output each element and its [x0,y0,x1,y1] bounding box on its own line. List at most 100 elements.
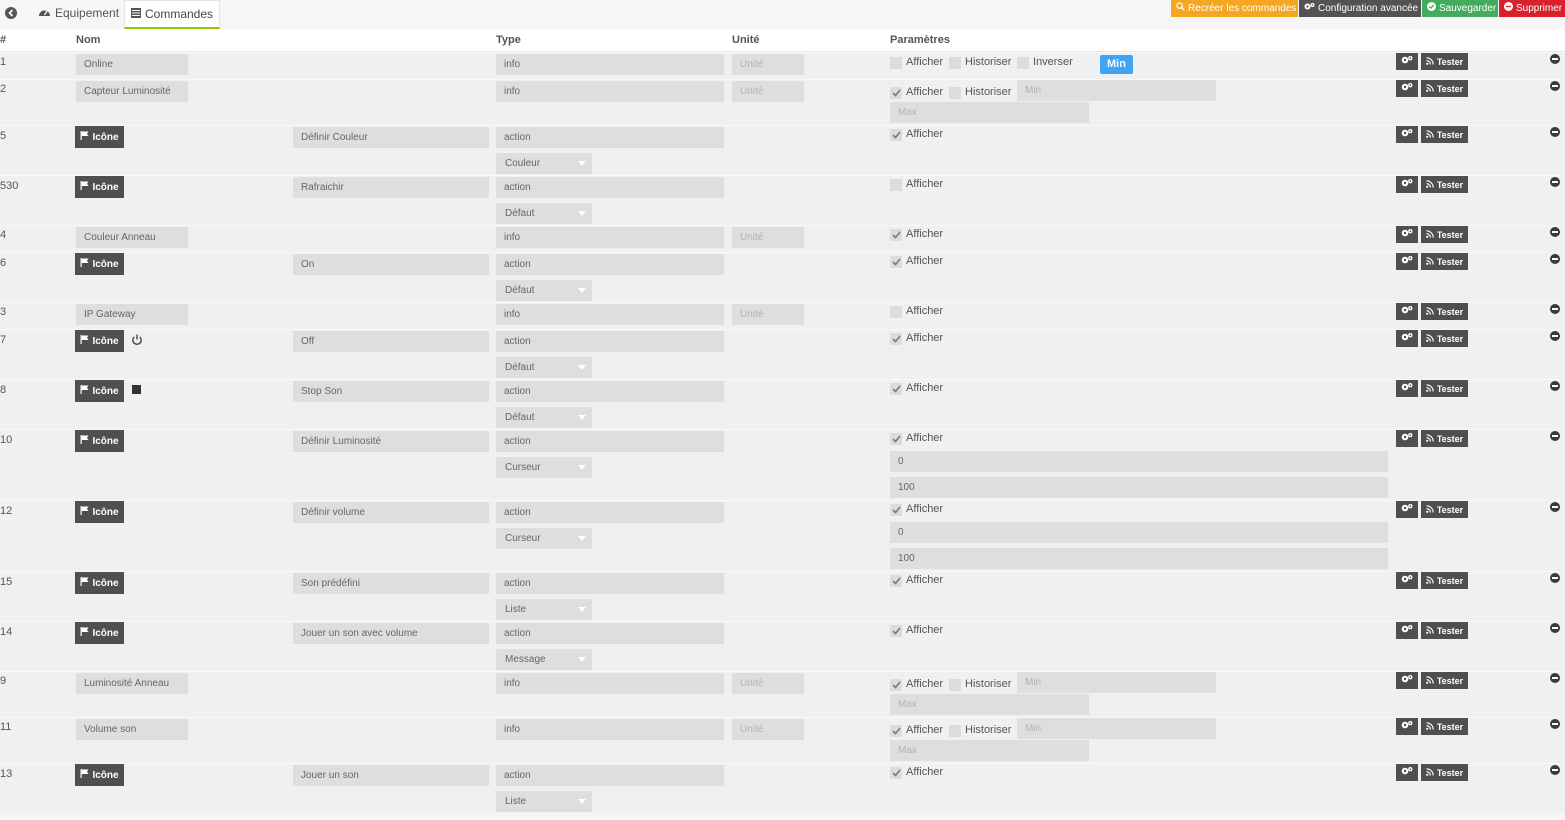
afficher-checkbox[interactable] [890,383,902,395]
command-name-input[interactable]: IP Gateway [76,304,188,325]
configure-command-button[interactable] [1396,622,1418,639]
subtype-select[interactable]: Défaut [496,280,592,301]
configure-command-button[interactable] [1396,764,1418,781]
icon-picker-button[interactable]: Icône [75,126,124,148]
afficher-checkbox[interactable] [890,229,902,241]
afficher-checkbox[interactable] [890,129,902,141]
max-input[interactable]: Max [890,694,1089,715]
command-name-input[interactable]: Online [76,54,188,75]
configure-command-button[interactable] [1396,572,1418,589]
command-name-input[interactable]: Jouer un son [293,765,489,786]
subtype-select[interactable]: Défaut [496,203,592,224]
tab-equipment[interactable]: Equipement [30,0,127,26]
advanced-config-button[interactable]: Configuration avancée [1299,0,1421,17]
afficher-checkbox[interactable] [890,575,902,587]
icon-picker-button[interactable]: Icône [75,501,124,523]
test-command-button[interactable]: Tester [1421,253,1468,270]
command-name-input[interactable]: Volume son [76,719,188,740]
remove-command-icon[interactable] [1550,331,1560,341]
afficher-checkbox[interactable] [890,57,902,69]
subtype-select[interactable]: Curseur [496,457,592,478]
configure-command-button[interactable] [1396,672,1418,689]
configure-command-button[interactable] [1396,226,1418,243]
test-command-button[interactable]: Tester [1421,330,1468,347]
inverser-checkbox[interactable] [1017,57,1029,69]
icon-picker-button[interactable]: Icône [75,176,124,198]
unit-input[interactable]: Unité [732,81,804,102]
recreate-commands-button[interactable]: Recréer les commandes [1171,0,1298,17]
test-command-button[interactable]: Tester [1421,501,1468,518]
unit-input[interactable]: Unité [732,304,804,325]
historiser-checkbox[interactable] [949,87,961,99]
max-input[interactable]: Max [890,740,1089,761]
subtype-select[interactable]: Liste [496,599,592,620]
icon-picker-button[interactable]: Icône [75,572,124,594]
remove-command-icon[interactable] [1550,573,1560,583]
test-command-button[interactable]: Tester [1421,176,1468,193]
icon-picker-button[interactable]: Icône [75,380,124,402]
command-name-input[interactable]: Définir volume [293,502,489,523]
configure-command-button[interactable] [1396,80,1418,97]
configure-command-button[interactable] [1396,126,1418,143]
test-command-button[interactable]: Tester [1421,764,1468,781]
afficher-checkbox[interactable] [890,333,902,345]
test-command-button[interactable]: Tester [1421,622,1468,639]
afficher-checkbox[interactable] [890,679,902,691]
command-name-input[interactable]: On [293,254,489,275]
remove-command-icon[interactable] [1550,177,1560,187]
afficher-checkbox[interactable] [890,256,902,268]
icon-picker-button[interactable]: Icône [75,253,124,275]
command-name-input[interactable]: Définir Couleur [293,127,489,148]
remove-command-icon[interactable] [1550,127,1560,137]
command-name-input[interactable]: Jouer un son avec volume [293,623,489,644]
afficher-checkbox[interactable] [890,179,902,191]
test-command-button[interactable]: Tester [1421,53,1468,70]
remove-command-icon[interactable] [1550,431,1560,441]
afficher-checkbox[interactable] [890,625,902,637]
remove-command-icon[interactable] [1550,623,1560,633]
tab-commands[interactable]: Commandes [124,0,221,29]
subtype-select[interactable]: Défaut [496,407,592,428]
remove-command-icon[interactable] [1550,765,1560,775]
afficher-checkbox[interactable] [890,306,902,318]
min-input[interactable]: Min [1017,672,1216,693]
command-name-input[interactable]: Rafraichir [293,177,489,198]
remove-command-icon[interactable] [1550,304,1560,314]
remove-command-icon[interactable] [1550,502,1560,512]
command-name-input[interactable]: Off [293,331,489,352]
remove-command-icon[interactable] [1550,81,1560,91]
unit-input[interactable]: Unité [732,54,804,75]
afficher-checkbox[interactable] [890,767,902,779]
historiser-checkbox[interactable] [949,57,961,69]
unit-input[interactable]: Unité [732,227,804,248]
max-input[interactable]: Max [890,102,1089,123]
test-command-button[interactable]: Tester [1421,572,1468,589]
remove-command-icon[interactable] [1550,54,1560,64]
delete-button[interactable]: Supprimer [1499,0,1565,17]
slider-min-input[interactable]: 0 [890,522,1388,543]
configure-command-button[interactable] [1396,53,1418,70]
command-name-input[interactable]: Stop Son [293,381,489,402]
slider-max-input[interactable]: 100 [890,548,1388,569]
test-command-button[interactable]: Tester [1421,80,1468,97]
icon-picker-button[interactable]: Icône [75,764,124,786]
remove-command-icon[interactable] [1550,227,1560,237]
historiser-checkbox[interactable] [949,679,961,691]
afficher-checkbox[interactable] [890,433,902,445]
min-input[interactable]: Min [1017,718,1216,739]
test-command-button[interactable]: Tester [1421,380,1468,397]
test-command-button[interactable]: Tester [1421,126,1468,143]
configure-command-button[interactable] [1396,303,1418,320]
configure-command-button[interactable] [1396,330,1418,347]
remove-command-icon[interactable] [1550,719,1560,729]
configure-command-button[interactable] [1396,380,1418,397]
subtype-select[interactable]: Liste [496,791,592,812]
historiser-checkbox[interactable] [949,725,961,737]
icon-picker-button[interactable]: Icône [75,430,124,452]
test-command-button[interactable]: Tester [1421,672,1468,689]
remove-command-icon[interactable] [1550,673,1560,683]
subtype-select[interactable]: Défaut [496,357,592,378]
afficher-checkbox[interactable] [890,504,902,516]
command-name-input[interactable]: Luminosité Anneau [76,673,188,694]
subtype-select[interactable]: Couleur [496,153,592,174]
